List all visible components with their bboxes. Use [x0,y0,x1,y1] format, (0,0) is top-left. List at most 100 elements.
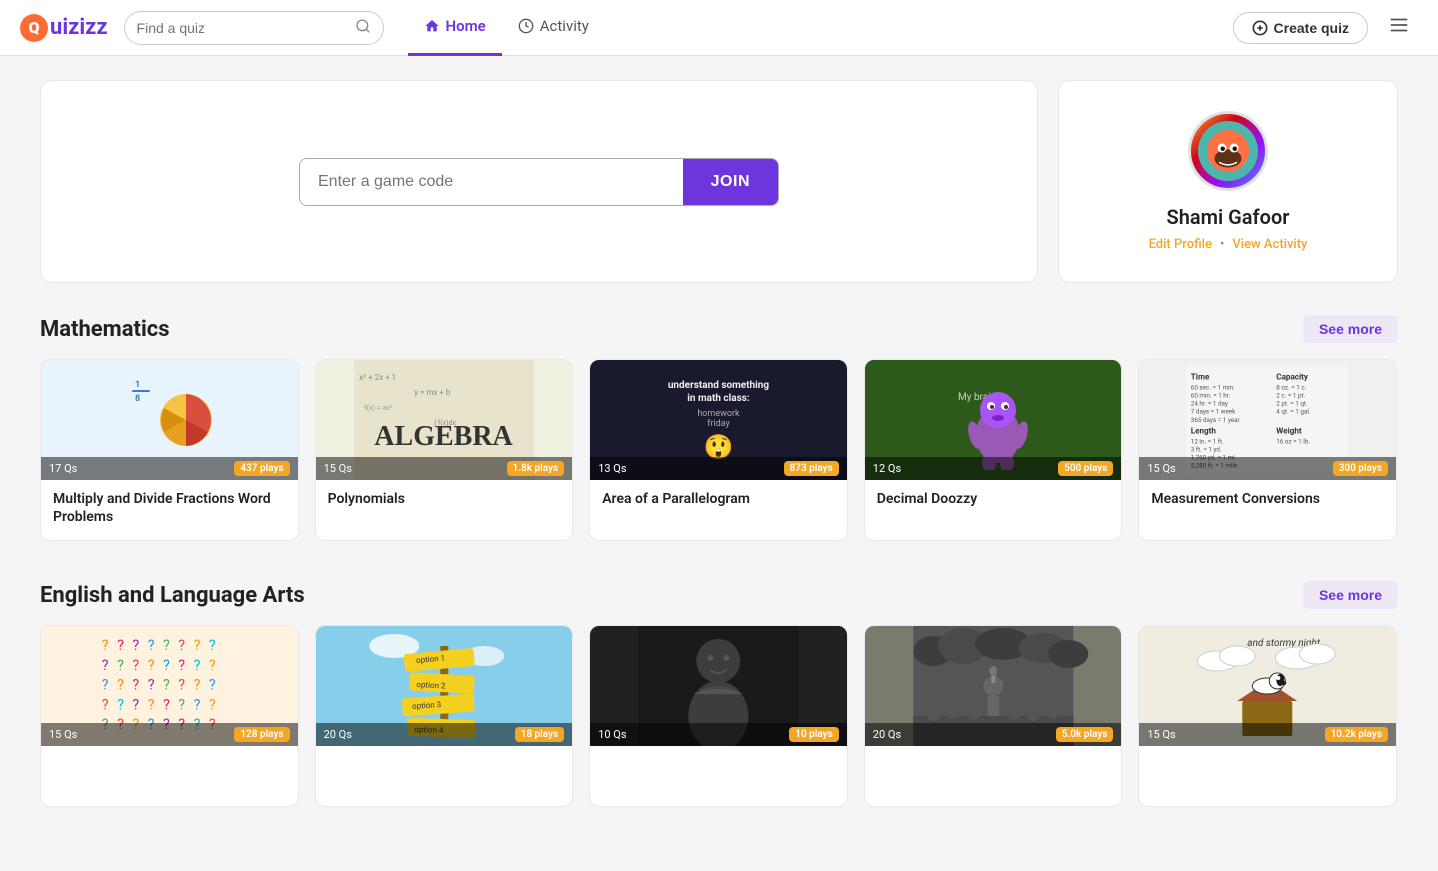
quiz-title-polynomials: Polynomials [328,490,561,508]
svg-text:8 oz. = 1 c.: 8 oz. = 1 c. [1277,383,1307,391]
ela-meta-4: 20 Qs 5.0k plays [865,723,1122,746]
svg-text:option 2: option 2 [416,680,446,691]
svg-text:4 qt. = 1 gal.: 4 qt. = 1 gal. [1277,408,1312,416]
svg-text:?: ? [117,697,124,714]
svg-text:60 sec. = 1 min.: 60 sec. = 1 min. [1191,383,1235,391]
ela-card-4[interactable]: 20 Qs 5.0k plays [864,625,1123,807]
svg-text:2 c. = 1 pt.: 2 c. = 1 pt. [1277,392,1306,400]
ela-card-3[interactable]: 10 Qs 10 plays [589,625,848,807]
ela-info-2 [316,746,573,806]
quiz-card-polynomials[interactable]: x² + 2x + 1 y = mx + b f(x) = ax² ∫ f(x)… [315,359,574,541]
svg-text:?: ? [148,677,155,694]
svg-text:y = mx + b: y = mx + b [414,388,451,397]
svg-text:?: ? [148,697,155,714]
svg-text:?: ? [117,637,124,654]
profile-name: Shami Gafoor [1167,205,1290,229]
avatar-image [1198,121,1258,181]
svg-text:Capacity: Capacity [1277,372,1310,382]
svg-text:?: ? [132,677,139,694]
join-button[interactable]: JOIN [683,159,778,205]
quiz-info-parallelogram: Area of a Parallelogram [590,480,847,522]
math-see-more-button[interactable]: See more [1303,315,1398,343]
quiz-title-decimal: Decimal Doozzy [877,490,1110,508]
ela-card-1[interactable]: ? ? ? ? ? ? ? ? ? ? ? ? ? [40,625,299,807]
search-input[interactable] [137,20,351,36]
quiz-thumb-fractions: 1 8 17 Qs [41,360,298,480]
svg-text:ALGEBRA: ALGEBRA [374,421,513,452]
home-icon [424,18,440,34]
ela-quiz-grid: ? ? ? ? ? ? ? ? ? ? ? ? ? [40,625,1398,807]
svg-text:Weight: Weight [1277,426,1303,436]
avatar [1188,111,1268,191]
nav-right: Create quiz [1233,10,1418,46]
ela-title-5 [1151,756,1384,792]
svg-text:?: ? [132,657,139,674]
quiz-info-fractions: Multiply and Divide Fractions Word Probl… [41,480,298,540]
svg-text:?: ? [178,657,185,674]
svg-text:f(x) = ax²: f(x) = ax² [364,404,392,412]
svg-text:?: ? [102,637,109,654]
decimal-thumb-image: My brain: [953,370,1033,470]
svg-text:?: ? [102,677,109,694]
quiz-card-parallelogram[interactable]: understand somethingin math class: homew… [589,359,848,541]
ela-info-1 [41,746,298,806]
math-quiz-grid: 1 8 17 Qs [40,359,1398,541]
logo[interactable]: Q uizizz [20,14,108,42]
ela-section-header: English and Language Arts See more [40,581,1398,609]
ela-info-4 [865,746,1122,806]
view-activity-link[interactable]: View Activity [1232,237,1307,252]
ela-card-5[interactable]: and stormy night. [1138,625,1397,807]
create-quiz-button[interactable]: Create quiz [1233,12,1368,44]
ela-thumb-2: option 1 option 2 option 3 option 4 20 Q… [316,626,573,746]
nav-home[interactable]: Home [408,0,502,56]
ela-thumb-5: and stormy night. [1139,626,1396,746]
ela-thumb-1: ? ? ? ? ? ? ? ? ? ? ? ? ? [41,626,298,746]
svg-text:?: ? [209,657,216,674]
svg-text:?: ? [132,637,139,654]
math-section: Mathematics See more 1 8 [40,315,1398,541]
svg-text:?: ? [209,697,216,714]
svg-text:?: ? [117,677,124,694]
ela-info-3 [590,746,847,806]
nav-links: Home Activity [408,0,1233,56]
hero-section: JOIN Shami Gafoor [40,80,1398,283]
svg-text:?: ? [163,697,170,714]
ela-see-more-button[interactable]: See more [1303,581,1398,609]
hamburger-icon [1388,14,1410,36]
quiz-title-parallelogram: Area of a Parallelogram [602,490,835,508]
svg-text:?: ? [117,657,124,674]
ela-meta-3: 10 Qs 10 plays [590,723,847,746]
quiz-card-measurement[interactable]: Time 60 sec. = 1 min. 60 min. = 1 hr. 24… [1138,359,1397,541]
ela-card-2[interactable]: option 1 option 2 option 3 option 4 20 Q… [315,625,574,807]
profile-separator: • [1220,237,1224,252]
svg-text:?: ? [178,697,185,714]
svg-text:3 ft. = 1 yd.: 3 ft. = 1 yd. [1191,446,1222,454]
ela-title-4 [877,756,1110,792]
svg-text:2 pt. = 1 qt.: 2 pt. = 1 qt. [1277,400,1309,408]
svg-text:?: ? [194,637,201,654]
svg-text:7 days = 1 week: 7 days = 1 week [1191,408,1236,416]
svg-text:60 min. = 1 hr.: 60 min. = 1 hr. [1191,392,1231,400]
quiz-card-fractions[interactable]: 1 8 17 Qs [40,359,299,541]
game-code-input[interactable] [300,159,683,205]
profile-links: Edit Profile • View Activity [1149,237,1308,252]
ela-meta-1: 15 Qs 128 plays [41,723,298,746]
ela-thumb-3: 10 Qs 10 plays [590,626,847,746]
quiz-thumb-algebra: x² + 2x + 1 y = mx + b f(x) = ax² ∫ f(x)… [316,360,573,480]
menu-button[interactable] [1380,10,1418,46]
ela-title-2 [328,756,561,792]
math-section-title: Mathematics [40,317,170,342]
ela-meta-2: 20 Qs 18 plays [316,723,573,746]
math-section-header: Mathematics See more [40,315,1398,343]
game-code-card: JOIN [40,80,1038,283]
ela-thumb-4: 20 Qs 5.0k plays [865,626,1122,746]
svg-text:?: ? [102,697,109,714]
svg-text:?: ? [178,677,185,694]
quiz-meta-polynomials: 15 Qs 1.8k plays [316,457,573,480]
edit-profile-link[interactable]: Edit Profile [1149,237,1212,252]
svg-text:16 oz = 1 lb.: 16 oz = 1 lb. [1277,437,1311,445]
nav-activity[interactable]: Activity [502,0,605,56]
quiz-card-decimal[interactable]: My brain: [864,359,1123,541]
svg-text:?: ? [148,637,155,654]
quiz-info-polynomials: Polynomials [316,480,573,522]
